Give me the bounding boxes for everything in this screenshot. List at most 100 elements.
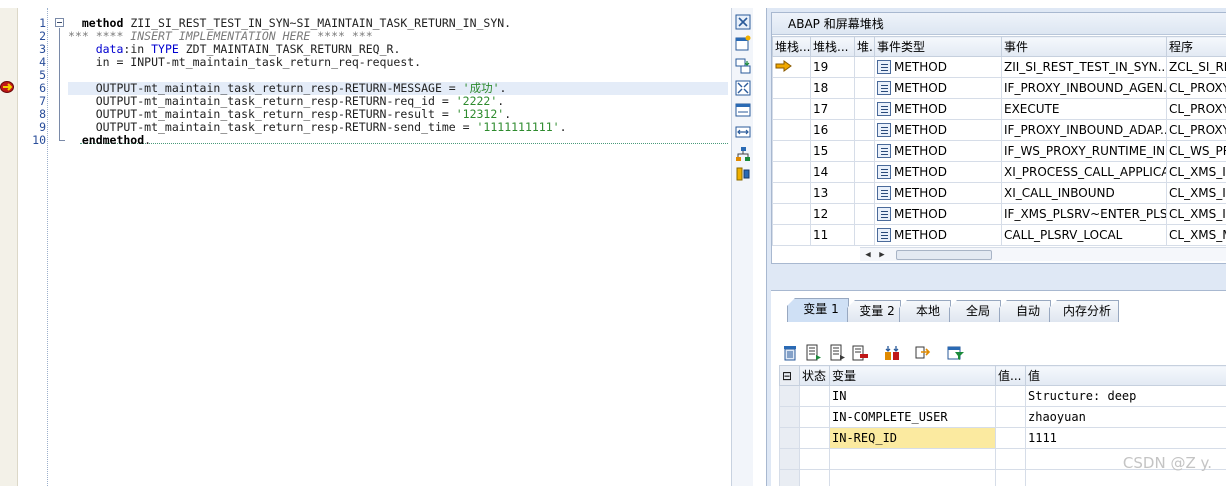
variable-value-cell[interactable]: zhaoyuan [1025, 406, 1226, 428]
breakpoint-gutter[interactable] [0, 8, 18, 486]
variable-name-input[interactable] [829, 469, 996, 486]
variable-name-input[interactable]: IN-COMPLETE_USER [829, 406, 996, 428]
tab-4[interactable]: 全局 [949, 300, 1001, 322]
code-line[interactable]: endmethod. [68, 134, 728, 147]
stack-column-header[interactable]: 事件类型 [874, 36, 1002, 57]
stack-flag-cell [854, 56, 875, 78]
stack-flag-cell [854, 119, 875, 141]
stack-level-cell: 13 [810, 182, 855, 204]
code-token: OUTPUT-mt_maintain_task_return_resp-RETU… [68, 81, 463, 95]
stack-column-header[interactable]: 堆栈... [772, 36, 811, 57]
stack-event-cell: IF_PROXY_INBOUND_ADAP... [1001, 119, 1167, 141]
method-icon [877, 228, 891, 242]
stack-row[interactable]: 19 METHOD ZII_SI_REST_TEST_IN_SYN... ZCL_SI… [772, 56, 1226, 78]
variable-name-input[interactable]: IN [829, 385, 996, 407]
watermark: CSDN @Z y. [1122, 454, 1212, 472]
current-frame-arrow-icon [775, 59, 792, 72]
append-row-icon[interactable] [829, 344, 847, 362]
scroll-left-icon[interactable]: ◀ [862, 249, 874, 261]
tab-3[interactable]: 本地 [899, 300, 951, 322]
close-editor-icon[interactable] [735, 14, 751, 30]
delete-row-icon[interactable] [851, 344, 869, 362]
tree-structure-icon[interactable] [735, 146, 751, 162]
variable-row[interactable]: IN Structure: deep [779, 385, 1226, 407]
variables-column-header[interactable]: 值 [1025, 365, 1226, 386]
stack-type-cell: METHOD [874, 161, 1002, 183]
row-selector[interactable] [779, 385, 800, 407]
code-text-area[interactable]: method ZII_SI_REST_TEST_IN_SYN~SI_MAINTA… [68, 8, 730, 486]
stack-column-header[interactable]: 堆栈... [810, 36, 855, 57]
stack-row[interactable]: 13 METHOD XI_CALL_INBOUNDCL_XMS_IN [772, 182, 1226, 204]
stack-pointer-cell [772, 56, 811, 78]
swap-windows-icon[interactable] [735, 58, 751, 74]
stack-event-cell: EXECUTE [1001, 98, 1167, 120]
event-type-label: METHOD [894, 144, 947, 158]
code-editor[interactable]: 1 2 3 4 5 6 7 8 9 10 method ZII_SI_REST_TEST_IN_S… [0, 8, 730, 486]
stack-pane: ABAP 和屏幕堆栈 堆栈... 堆栈... 堆. 事件类型 事件 程序 19 METHOD… [771, 12, 1226, 264]
stack-row[interactable]: 18 METHOD IF_PROXY_INBOUND_AGEN...CL_PROXY… [772, 77, 1226, 99]
tools-icon[interactable] [735, 166, 751, 182]
variable-name-input[interactable]: IN-REQ_ID [829, 427, 996, 449]
select-all-icon[interactable]: ⊟ [779, 365, 800, 386]
tab-1[interactable]: 变量 1 [787, 298, 849, 322]
row-selector[interactable] [779, 406, 800, 428]
transfer-icon[interactable] [913, 344, 931, 362]
code-token: :in [123, 42, 152, 56]
delete-icon[interactable] [781, 344, 799, 362]
event-type-label: METHOD [894, 165, 947, 179]
stack-horizontal-scrollbar[interactable]: ◀ ▶ [860, 247, 1226, 261]
stack-row[interactable]: 14 METHOD XI_PROCESS_CALL_APPLICA... CL_XMS… [772, 161, 1226, 183]
variable-value-info-cell [995, 448, 1026, 470]
stack-type-cell: METHOD [874, 224, 1002, 246]
stack-column-header[interactable]: 程序 [1166, 36, 1226, 57]
stack-type-cell: METHOD [874, 98, 1002, 120]
tab-6[interactable]: 内存分析 [1049, 300, 1119, 322]
code-line[interactable]: OUTPUT-mt_maintain_task_return_resp-RETU… [68, 121, 728, 134]
insert-row-icon[interactable] [805, 344, 823, 362]
resize-width-icon[interactable] [735, 124, 751, 140]
code-line[interactable]: in = INPUT-mt_maintain_task_return_req-r… [68, 56, 728, 69]
stack-row[interactable]: 17 METHOD EXECUTECL_PROXY_ [772, 98, 1226, 120]
stack-row[interactable]: 15 METHOD IF_WS_PROXY_RUNTIME_IN... CL_WS_P… [772, 140, 1226, 162]
row-selector[interactable] [779, 469, 800, 486]
stack-row[interactable]: 12 METHOD IF_XMS_PLSRV~ENTER_PLS... CL_XMS_… [772, 203, 1226, 225]
variables-column-header[interactable]: 变量 [829, 365, 996, 386]
variable-value-info-cell [995, 469, 1026, 486]
collapse-block-icon[interactable] [55, 18, 64, 27]
filter-icon[interactable] [947, 344, 965, 362]
variable-value-cell[interactable]: Structure: deep [1025, 385, 1226, 407]
stack-row[interactable]: 11 METHOD CALL_PLSRV_LOCALCL_XMS_MA [772, 224, 1226, 246]
stack-flag-cell [854, 224, 875, 246]
new-window-icon[interactable] [735, 35, 751, 51]
stack-row[interactable]: 16 METHOD IF_PROXY_INBOUND_ADAP...CL_PROXY… [772, 119, 1226, 141]
stack-pointer-cell [772, 224, 811, 246]
variables-column-header[interactable]: 值... [995, 365, 1026, 386]
variables-column-header[interactable]: 状态 [799, 365, 830, 386]
split-horizontal-icon[interactable] [735, 102, 751, 118]
variable-row[interactable]: IN-REQ_ID 1111 [779, 427, 1226, 449]
tab-2[interactable]: 变量 2 [847, 300, 901, 322]
maximize-window-icon[interactable] [735, 80, 751, 96]
scroll-right-icon[interactable]: ▶ [876, 249, 888, 261]
sort-icon[interactable] [883, 344, 901, 362]
variable-value-cell[interactable]: 1111 [1025, 427, 1226, 449]
code-token: . [497, 94, 505, 108]
stack-level-cell: 11 [810, 224, 855, 246]
tab-5[interactable]: 自动 [999, 300, 1051, 322]
stack-flag-cell [854, 182, 875, 204]
scrollbar-thumb[interactable] [896, 250, 992, 260]
variable-status-cell [799, 448, 830, 470]
stack-column-header[interactable]: 堆. [854, 36, 875, 57]
row-selector[interactable] [779, 448, 800, 470]
event-type: METHOD [877, 123, 999, 137]
row-selector[interactable] [779, 427, 800, 449]
stack-program-cell: CL_PROXY_ [1166, 119, 1226, 141]
variable-row[interactable]: IN-COMPLETE_USER zhaoyuan [779, 406, 1226, 428]
variable-status-cell [799, 469, 830, 486]
stack-type-cell: METHOD [874, 77, 1002, 99]
variable-name-input[interactable] [829, 448, 996, 470]
variables-table-header: ⊟ 状态 变量 值... 值 [779, 365, 1226, 386]
stack-column-header[interactable]: 事件 [1001, 36, 1167, 57]
stack-pane-title: ABAP 和屏幕堆栈 [772, 13, 1226, 35]
event-type: METHOD [877, 228, 999, 242]
